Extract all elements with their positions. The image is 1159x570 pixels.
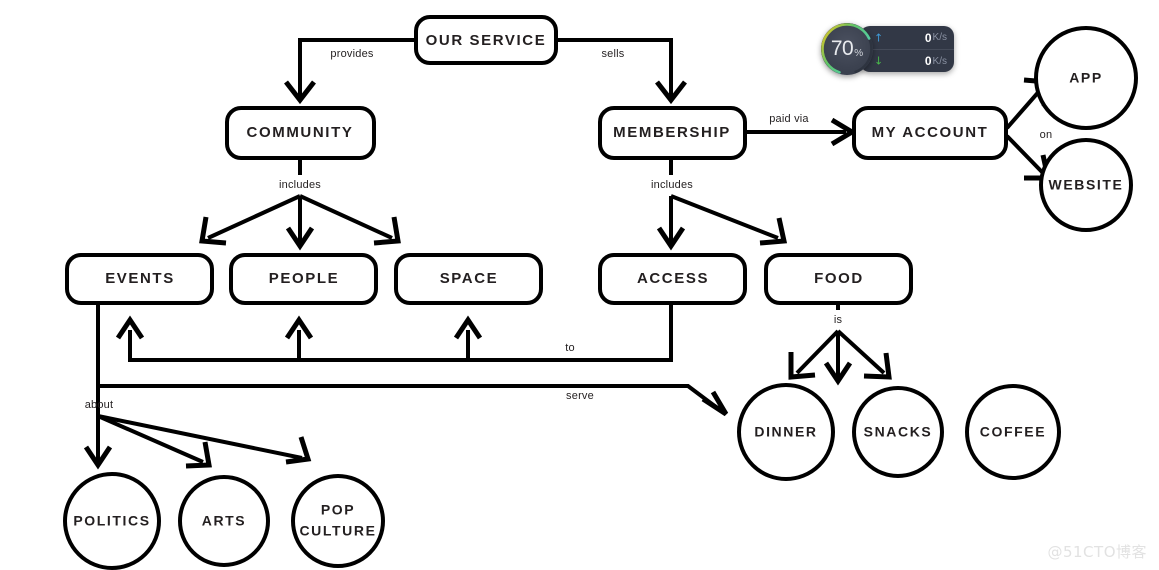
arrowhead-pop-culture: [285, 436, 312, 465]
edge-about-arts: [97, 414, 204, 464]
gauge-percent-value: 70: [830, 37, 854, 60]
node-pop-culture-shape[interactable]: [291, 474, 385, 568]
edge-label-about: about: [85, 399, 114, 411]
node-pop-culture[interactable]: POP CULTURE: [291, 474, 385, 568]
diagram-canvas: provides sells paid via on includes incl…: [0, 0, 1159, 570]
edge-label-is: is: [834, 314, 843, 326]
node-membership-label: MEMBERSHIP: [613, 124, 731, 141]
edge-community-space: [299, 194, 393, 240]
node-space[interactable]: SPACE: [394, 253, 543, 305]
edge-community-events: [207, 194, 301, 240]
edge-account-website: [1005, 134, 1044, 174]
upload-speed-unit: K/s: [932, 32, 947, 43]
node-website[interactable]: WEBSITE: [1039, 138, 1133, 232]
node-events[interactable]: EVENTS: [65, 253, 214, 305]
node-food-label: FOOD: [814, 270, 864, 287]
gauge-readout: 70 %: [818, 20, 876, 78]
node-food[interactable]: FOOD: [764, 253, 913, 305]
edge-label-to: to: [565, 342, 575, 354]
node-dinner-label: DINNER: [754, 424, 817, 440]
node-our-service-label: OUR SERVICE: [426, 32, 547, 49]
download-speed-unit: K/s: [932, 55, 947, 67]
node-community[interactable]: COMMUNITY: [225, 106, 376, 160]
edge-food-dinner: [795, 329, 840, 375]
node-access[interactable]: ACCESS: [598, 253, 747, 305]
node-snacks[interactable]: SNACKS: [852, 386, 944, 478]
node-arts[interactable]: ARTS: [178, 475, 270, 567]
watermark: @51CTO博客: [1047, 543, 1147, 561]
cpu-usage-gauge[interactable]: 70 %: [818, 20, 876, 78]
node-app[interactable]: APP: [1034, 26, 1138, 130]
node-politics-label: POLITICS: [73, 513, 150, 529]
node-arts-label: ARTS: [202, 513, 247, 529]
download-speed-value: 0: [924, 54, 932, 68]
node-pop-culture-label-line1: POP: [321, 502, 355, 518]
node-snacks-label: SNACKS: [864, 424, 933, 440]
gauge-percent-unit: %: [854, 48, 864, 59]
edge-label-provides: provides: [330, 48, 373, 60]
node-my-account[interactable]: MY ACCOUNT: [852, 106, 1008, 160]
arrowhead-serve-dinner: [701, 390, 729, 417]
node-our-service[interactable]: OUR SERVICE: [414, 15, 558, 65]
node-events-label: EVENTS: [105, 270, 175, 287]
node-dinner[interactable]: DINNER: [737, 383, 835, 481]
edge-events-serve-bus: [96, 303, 722, 412]
node-pop-culture-label-line2: CULTURE: [299, 523, 376, 539]
node-people[interactable]: PEOPLE: [229, 253, 378, 305]
edge-membership-food: [670, 194, 779, 240]
flowchart-svg: provides sells paid via on includes incl…: [63, 15, 1138, 570]
node-community-label: COMMUNITY: [247, 124, 354, 141]
node-website-label: WEBSITE: [1049, 177, 1124, 193]
edge-label-includes-community: includes: [279, 179, 321, 191]
edge-label-paid-via: paid via: [769, 113, 809, 125]
node-access-label: ACCESS: [637, 270, 709, 287]
network-speed-widget[interactable]: ↑ 0 K/s ↓ 0 K/s 70 %: [818, 20, 954, 78]
edge-label-serve: serve: [566, 390, 594, 402]
edge-label-on: on: [1040, 129, 1053, 141]
node-membership[interactable]: MEMBERSHIP: [598, 106, 747, 160]
upload-speed-value: 0: [924, 30, 932, 45]
edge-access-to-bus: [128, 303, 673, 362]
node-app-label: APP: [1069, 70, 1103, 86]
edge-label-includes-membership: includes: [651, 179, 693, 191]
node-my-account-label: MY ACCOUNT: [872, 124, 989, 141]
node-coffee-label: COFFEE: [980, 424, 1046, 440]
node-space-label: SPACE: [440, 270, 499, 287]
node-politics[interactable]: POLITICS: [63, 472, 161, 570]
edge-label-sells: sells: [601, 48, 624, 60]
edge-about-pop-culture: [97, 414, 303, 460]
node-people-label: PEOPLE: [269, 270, 339, 287]
node-coffee[interactable]: COFFEE: [965, 384, 1061, 480]
